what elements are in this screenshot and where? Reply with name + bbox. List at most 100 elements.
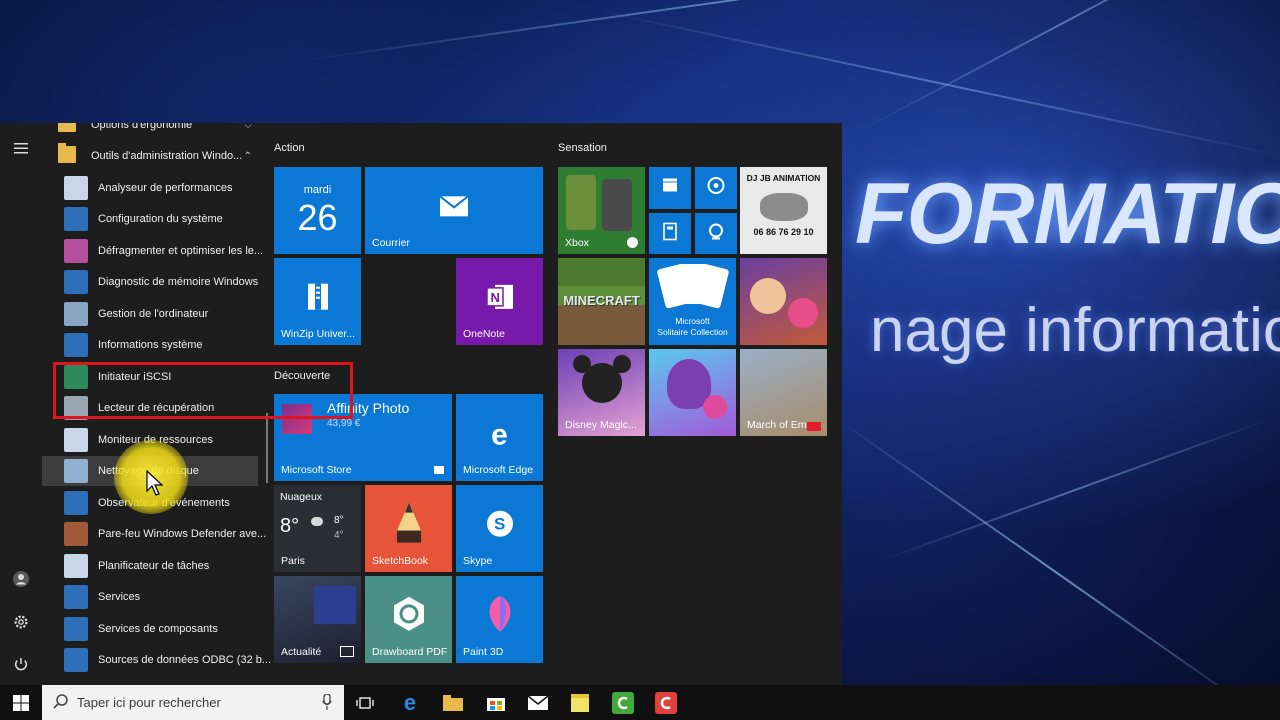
- sketchbook-tile[interactable]: SketchBook: [365, 485, 452, 572]
- highlight-box: [53, 362, 353, 419]
- list-item[interactable]: Options d'ergonomie ⌵: [42, 123, 258, 140]
- pencil-icon: [395, 500, 423, 549]
- camtasia-green-icon[interactable]: [602, 685, 644, 720]
- list-item[interactable]: Planificateur de tâches: [42, 551, 258, 581]
- calendar-tile[interactable]: mardi 26: [274, 167, 361, 254]
- mail-taskbar-icon[interactable]: [517, 685, 559, 720]
- memory-icon: [64, 270, 88, 294]
- winzip-icon: [304, 281, 332, 316]
- power-icon[interactable]: [10, 653, 32, 675]
- list-item[interactable]: Outils d'administration Windo... ⌃: [42, 141, 258, 171]
- chevron-down-icon: ⌵: [244, 123, 252, 131]
- edge-icon: e: [491, 417, 508, 451]
- minecraft-tile[interactable]: MINECRAFT: [558, 258, 645, 345]
- system-info-icon: [64, 333, 88, 357]
- candy-character: [750, 278, 786, 314]
- minecraft-grass: [558, 258, 645, 286]
- wallpaper-text-1: FORMATIO: [855, 166, 1280, 262]
- weather-tile[interactable]: Nuageux 8° 8° 4° Paris: [274, 485, 361, 572]
- dj-phone: 06 86 76 29 10: [753, 227, 814, 237]
- search-box[interactable]: Taper ici pour rechercher: [42, 685, 344, 720]
- list-item[interactable]: Services de composants: [42, 614, 258, 644]
- edge-tile[interactable]: e Microsoft Edge: [456, 394, 543, 481]
- sticky-notes-icon[interactable]: [559, 685, 601, 720]
- dj-tile[interactable]: DJ JB ANIMATION 06 86 76 29 10: [740, 167, 827, 254]
- group-label-action: Action: [274, 142, 305, 154]
- music-icon: [707, 177, 725, 200]
- svg-text:N: N: [490, 289, 499, 304]
- camera-tile[interactable]: [695, 213, 737, 254]
- groove-tile[interactable]: [695, 167, 737, 209]
- xbox-character: [602, 179, 632, 231]
- chevron-up-icon: ⌃: [243, 150, 252, 162]
- search-placeholder: Taper ici pour rechercher: [77, 695, 221, 710]
- onenote-icon: N: [485, 282, 515, 315]
- drawboard-tile[interactable]: Drawboard PDF: [365, 576, 452, 663]
- weather-high: 8°: [334, 515, 344, 526]
- wallpaper-text-2: nage informatio: [870, 296, 1280, 365]
- list-item[interactable]: Défragmenter et optimiser les le...: [42, 236, 263, 266]
- start-rail: [0, 123, 42, 685]
- list-item[interactable]: Diagnostic de mémoire Windows: [42, 267, 258, 297]
- list-item[interactable]: Pare-feu Windows Defender ave...: [42, 519, 266, 549]
- edge-taskbar-icon[interactable]: e: [389, 685, 431, 720]
- cloud-icon: [311, 517, 323, 526]
- drawboard-icon: [389, 593, 429, 638]
- component-services-icon: [64, 617, 88, 641]
- movies-tile[interactable]: [649, 167, 691, 209]
- camtasia-red-icon[interactable]: [645, 685, 687, 720]
- news-image: [314, 586, 356, 624]
- dj-title: DJ JB ANIMATION: [746, 173, 821, 183]
- gear-icon[interactable]: [10, 611, 32, 633]
- odbc-icon: [64, 648, 88, 672]
- onenote-tile[interactable]: N OneNote: [456, 258, 543, 345]
- disney-tile[interactable]: Disney Magic...: [558, 349, 645, 436]
- march-of-empires-tile[interactable]: March of Em...: [740, 349, 827, 436]
- microphone-icon[interactable]: [322, 693, 332, 715]
- list-item[interactable]: Services: [42, 582, 258, 612]
- xbox-character: [566, 175, 596, 230]
- folder-icon: [58, 123, 76, 132]
- group-label-sensation: Sensation: [558, 142, 607, 154]
- xbox-tile[interactable]: Xbox: [558, 167, 645, 254]
- resource-monitor-icon: [64, 428, 88, 452]
- mail-tile[interactable]: Courrier: [365, 167, 543, 254]
- skype-icon: S: [485, 508, 515, 543]
- task-view-icon[interactable]: [344, 685, 386, 720]
- folder-icon: [58, 143, 76, 163]
- list-item[interactable]: Gestion de l'ordinateur: [42, 299, 258, 329]
- hamburger-icon[interactable]: [10, 137, 32, 159]
- user-icon[interactable]: [10, 568, 32, 590]
- task-scheduler-icon: [64, 554, 88, 578]
- taskbar: Taper ici pour rechercher e: [0, 685, 1280, 720]
- solitaire-line1: Microsoft: [675, 316, 710, 326]
- winzip-tile[interactable]: WinZip Univer...: [274, 258, 361, 345]
- news-tile[interactable]: Actualité: [274, 576, 361, 663]
- store-bag-icon: [434, 466, 444, 474]
- bubble-witch-tile[interactable]: [649, 349, 736, 436]
- solitaire-tile[interactable]: Microsoft Solitaire Collection: [649, 258, 736, 345]
- xbox-icon: [627, 237, 638, 248]
- list-item[interactable]: Analyseur de performances: [42, 173, 258, 203]
- skype-tile[interactable]: S Skype: [456, 485, 543, 572]
- weather-temp: 8°: [280, 515, 300, 537]
- list-item[interactable]: Informations système: [42, 330, 258, 360]
- store-taskbar-icon[interactable]: [475, 685, 517, 720]
- list-item[interactable]: Sources de données ODBC (32 b...: [42, 645, 271, 675]
- candy-crush-tile[interactable]: [740, 258, 827, 345]
- bubble-three: [703, 395, 727, 419]
- disk-cleanup-icon: [64, 459, 88, 483]
- performance-icon: [64, 176, 88, 200]
- mouse-cursor-icon: [146, 469, 164, 501]
- windows-start-icon[interactable]: [0, 685, 42, 720]
- candy-sweet: [788, 298, 818, 328]
- news-icon: [340, 646, 354, 657]
- file-explorer-icon[interactable]: [432, 685, 474, 720]
- list-item[interactable]: Configuration du système: [42, 204, 258, 234]
- paint3d-tile[interactable]: Paint 3D: [456, 576, 543, 663]
- camera-icon: [707, 222, 725, 245]
- minecraft-logo: MINECRAFT: [563, 293, 640, 308]
- calculator-tile[interactable]: [649, 213, 691, 254]
- minecraft-dirt: [558, 305, 645, 345]
- app-list-scrollbar[interactable]: [266, 413, 268, 483]
